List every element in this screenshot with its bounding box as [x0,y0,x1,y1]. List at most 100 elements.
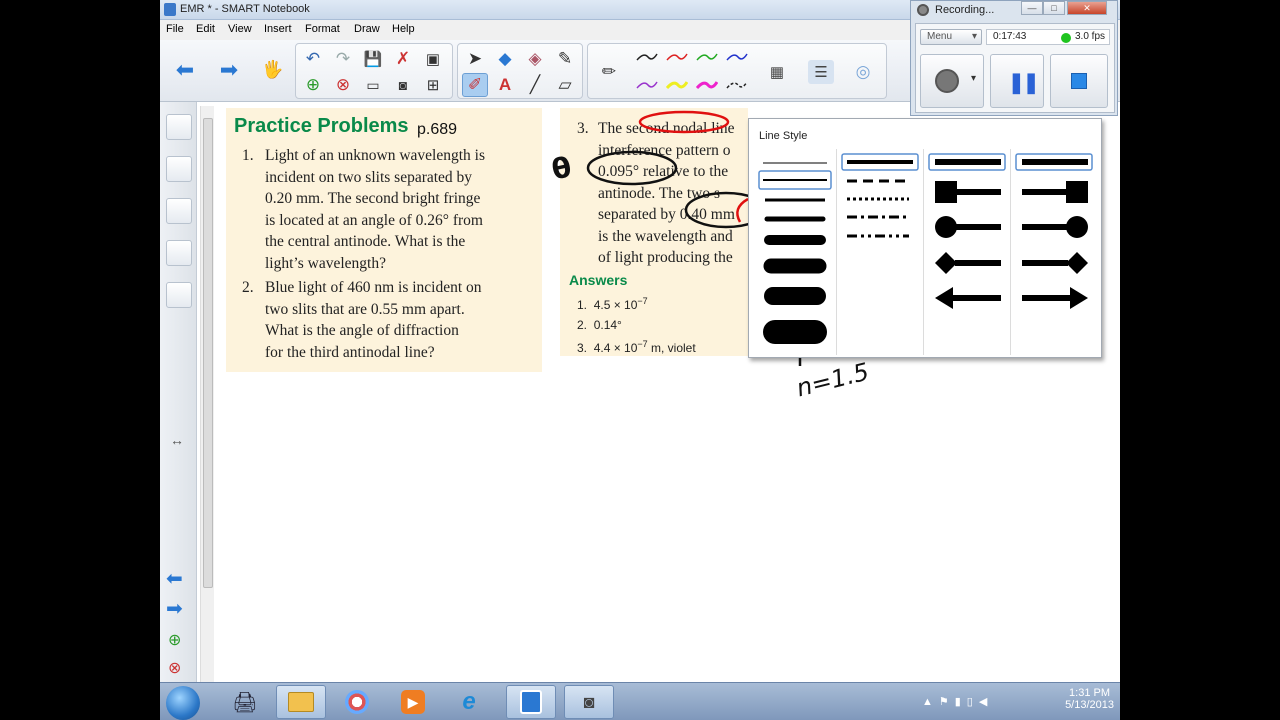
system-tray-icons[interactable]: ▲⚑▮▯◀ [922,695,993,708]
save-icon[interactable]: 💾 [360,47,386,71]
start-cap-diamond-head[interactable] [935,252,957,274]
menu-insert[interactable]: Insert [264,23,292,35]
document-camera-icon[interactable]: ◙ [390,73,416,97]
pen-style-dashed[interactable] [726,80,748,90]
eraser-icon[interactable]: ▱ [552,73,578,97]
document-camera-app-icon[interactable]: ◙ [564,685,614,719]
previous-page-icon[interactable]: ⬅ [166,566,183,591]
vertical-scrollbar[interactable] [200,106,214,682]
pen-style-yellow[interactable] [666,80,688,90]
line-icon[interactable]: ╱ [522,73,548,97]
problem-line: 0.20 mm. The second bright fringe [265,190,481,207]
capture-icon[interactable]: ▣ [420,47,446,71]
record-button[interactable]: ▾ [920,54,984,108]
properties-tab-icon[interactable] [166,240,192,266]
recorder-menu-dropdown[interactable]: Menu ▾ [920,29,982,45]
text-icon[interactable]: A [492,73,518,97]
pen-style-purple[interactable] [636,80,658,90]
end-cap-diamond-head[interactable] [1066,252,1088,274]
problem-line: antinode. The two s [598,184,720,202]
menu-view[interactable]: View [228,23,252,35]
redo-icon[interactable]: ↷ [330,47,356,71]
pen-style-black[interactable] [636,52,658,62]
delete-page-icon[interactable]: ⊗ [330,73,356,97]
stop-icon [1071,73,1087,89]
problem-line: for the third antinodal line? [265,343,435,361]
color-palette-icon[interactable]: ▦ [764,60,790,84]
menu-format[interactable]: Format [305,23,340,35]
page-tools-group: ↶ ↷ 💾 ✗ ▣ ⊕ ⊗ ▭ ◙ ⊞ [295,43,453,99]
device-icon[interactable]: 🖐 [260,58,286,82]
screen-shade-icon[interactable]: ▭ [360,73,386,97]
clear-icon[interactable]: ✗ [390,47,416,71]
next-page-icon[interactable]: ➡ [166,596,183,621]
problem-line: The second nodal line [598,120,735,137]
printer-app-icon[interactable]: 🖨 [220,685,270,719]
end-cap-round-head[interactable] [1066,216,1088,238]
smart-notebook-icon[interactable] [506,685,556,719]
menu-help[interactable]: Help [392,23,415,35]
scroll-thumb[interactable] [203,118,213,588]
attachments-icon[interactable] [166,198,192,224]
menu-edit[interactable]: Edit [196,23,215,35]
taskbar: 🖨 ▶ e ◙ ▲⚑▮▯◀ 1:31 PM 5/13/2013 [160,682,1120,720]
menu-draw[interactable]: Draw [354,23,380,35]
paint-app-icon[interactable] [332,685,382,719]
practice-problems-heading: Practice Problems [234,115,409,137]
maximize-button[interactable]: □ [1043,1,1065,15]
internet-explorer-icon[interactable]: e [444,685,494,719]
side-tab-bar: ↔ ⬅ ➡ ⊕ ⊗ [160,102,197,682]
clock[interactable]: 1:31 PM 5/13/2013 [1065,687,1114,711]
problem-line: separated by 0.40 mm [598,206,735,223]
pen-icon[interactable]: ✏ [596,60,622,84]
properties-icon[interactable]: ◎ [850,60,876,84]
undo-icon[interactable]: ↶ [300,47,326,71]
start-cap-square-head[interactable] [935,181,957,203]
forward-arrow-icon[interactable]: ➡ [216,57,242,82]
chevron-down-icon[interactable]: ▾ [971,73,976,84]
end-cap-arrow-head[interactable] [1070,287,1088,309]
magic-pen-icon[interactable]: ✎ [552,47,578,71]
pen-style-red[interactable] [666,52,688,62]
pen-style-green[interactable] [696,52,718,62]
side-delete-page-icon[interactable]: ⊗ [168,658,181,678]
file-explorer-icon[interactable] [276,685,326,719]
pause-icon: ❚❚ [1008,72,1039,94]
pause-button[interactable]: ❚❚ [990,54,1044,108]
side-add-page-icon[interactable]: ⊕ [168,630,181,650]
problem-line: Blue light of 460 nm is incident on [265,279,482,296]
fill-icon[interactable]: ◆ [492,47,518,71]
start-cap-round-head[interactable] [935,216,957,238]
eraser-shape-icon[interactable]: ◈ [522,47,548,71]
media-player-icon[interactable]: ▶ [388,685,438,719]
recorder-status: 0:17:43 3.0 fps [986,29,1110,45]
close-button[interactable]: ✕ [1067,1,1107,15]
record-icon [935,69,959,93]
recording-indicator-icon [1061,33,1071,43]
start-cap-arrow-head[interactable] [935,287,953,309]
menu-file[interactable]: File [166,23,184,35]
resize-icon[interactable]: ↔ [170,432,184,448]
pen-styles-group: ✏ ▦ ☰ ◎ [587,43,887,99]
answer-1: 1. 4.5 × 10−7 [577,296,648,312]
line-style-icon[interactable]: ☰ [808,60,834,84]
problem-number: 2. [242,279,254,296]
minimize-button[interactable]: — [1021,1,1043,15]
recorder-window: Recording... — □ ✕ Menu ▾ 0:17:43 3.0 fps… [910,0,1118,116]
drawing-tools-group: ➤ ◆ ◈ ✎ ✐ A ╱ ▱ [457,43,583,99]
add-page-icon[interactable]: ⊕ [300,73,326,97]
back-arrow-icon[interactable]: ⬅ [172,57,198,82]
pen-style-blue[interactable] [726,52,748,62]
table-icon[interactable]: ⊞ [420,73,446,97]
end-cap-square-head[interactable] [1066,181,1088,203]
pens-icon[interactable]: ✐ [462,73,488,97]
answer-3: 3. 4.4 × 10−7 m, violet [577,339,696,355]
page-sorter-icon[interactable] [166,114,192,140]
answers-heading: Answers [569,272,628,288]
stop-button[interactable] [1050,54,1108,108]
pen-style-magenta[interactable] [696,80,718,90]
gallery-icon[interactable] [166,156,192,182]
start-button[interactable] [166,686,200,720]
addons-icon[interactable] [166,282,192,308]
select-icon[interactable]: ➤ [462,47,488,71]
